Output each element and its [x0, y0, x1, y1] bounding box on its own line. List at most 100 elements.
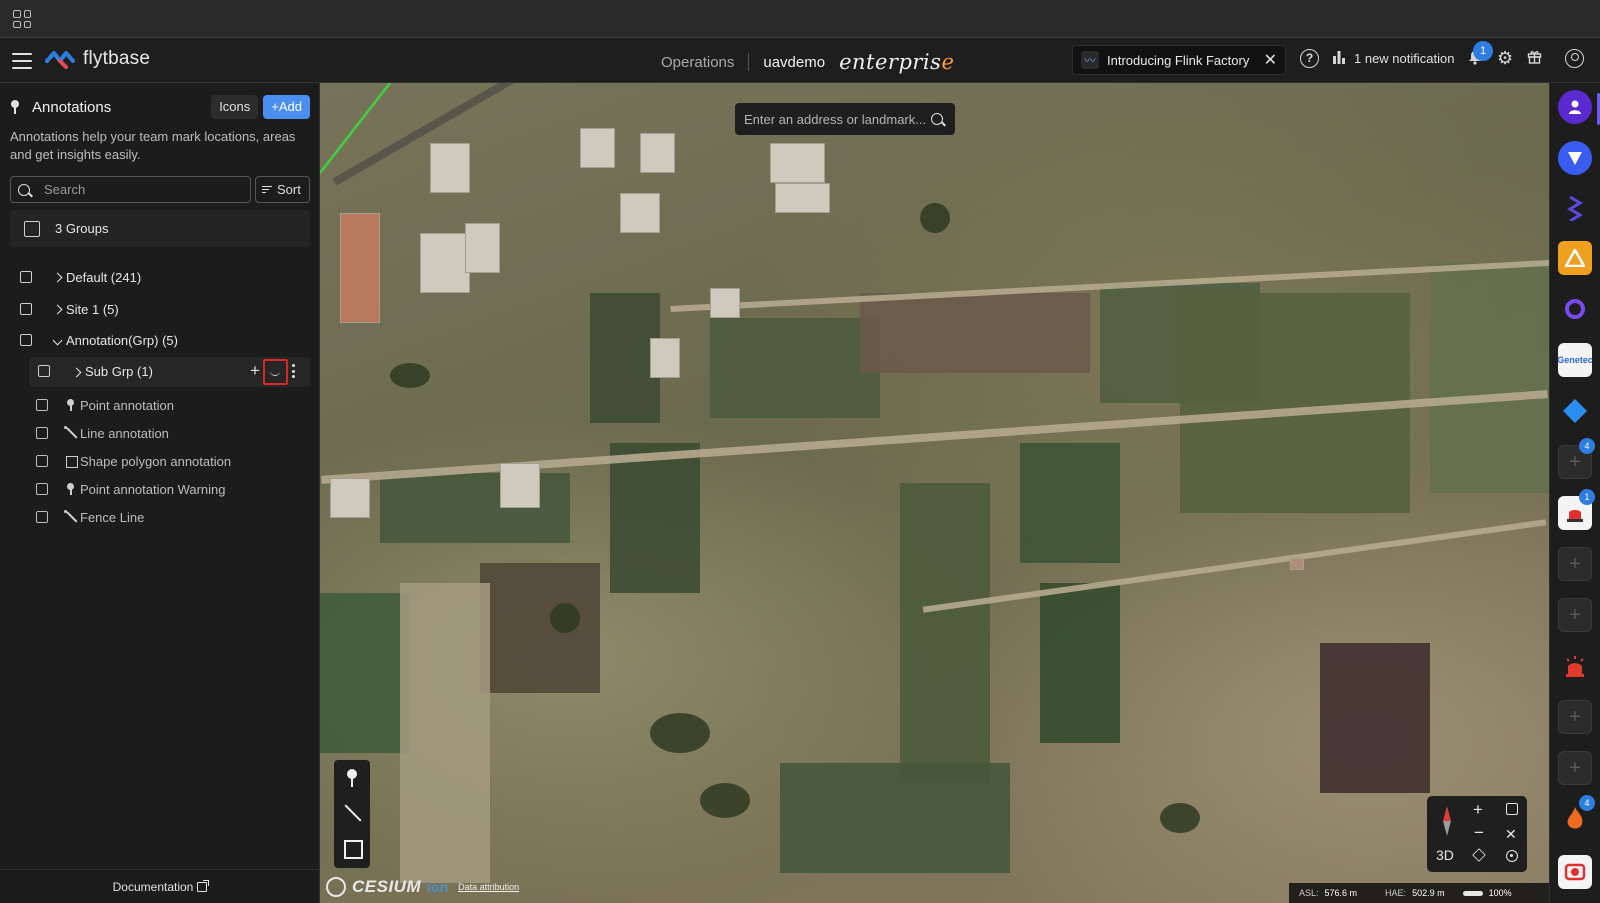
group-checkbox[interactable]: [20, 334, 32, 346]
map-tree: [1160, 803, 1200, 833]
menu-icon[interactable]: [12, 53, 32, 69]
map-viewport[interactable]: CESIUM ion Data attribution 3D + − ✕ ASL…: [320, 83, 1549, 903]
compass-icon[interactable]: [1439, 806, 1455, 836]
close-icon[interactable]: ✕: [1264, 50, 1277, 70]
group-checkbox[interactable]: [20, 303, 32, 315]
add-button[interactable]: +Add: [263, 95, 310, 119]
search-input[interactable]: [44, 182, 234, 197]
zoom-level: 100%: [1488, 888, 1512, 898]
subgroup-label[interactable]: Sub Grp (1): [85, 364, 153, 379]
layers-icon[interactable]: [1472, 848, 1486, 862]
notification-text[interactable]: 1 new notification: [1354, 51, 1454, 66]
zoom-out-button[interactable]: −: [1474, 823, 1484, 843]
documentation-link[interactable]: Documentation: [0, 869, 320, 903]
app-send-icon[interactable]: [1558, 141, 1592, 175]
app-diamond-icon[interactable]: [1558, 394, 1592, 428]
app-avatar-icon[interactable]: [1558, 90, 1592, 124]
map-tree: [650, 713, 710, 753]
visibility-toggle-icon[interactable]: [263, 359, 288, 385]
subgroup-row[interactable]: Sub Grp (1) +: [29, 357, 310, 387]
address-search-input[interactable]: [744, 111, 925, 127]
app-slot-add-icon[interactable]: [1558, 700, 1592, 734]
sort-button[interactable]: Sort: [255, 176, 310, 203]
app-ring-icon[interactable]: [1558, 292, 1592, 326]
item-label[interactable]: Point annotation: [80, 398, 174, 413]
nav-divider: [748, 53, 750, 71]
group-row[interactable]: Default (241): [20, 266, 141, 288]
logo-text: flytbase: [83, 48, 151, 69]
list-item[interactable]: Fence Line: [36, 507, 144, 527]
item-checkbox[interactable]: [36, 399, 48, 411]
promo-banner[interactable]: 〰 Introducing Flink Factory ✕: [1072, 45, 1286, 75]
more-options-icon[interactable]: [292, 364, 295, 378]
gear-icon[interactable]: ⚙: [1497, 48, 1513, 69]
gift-icon[interactable]: [1527, 49, 1542, 69]
apps-grid-icon[interactable]: [13, 10, 31, 28]
draw-line-icon[interactable]: [340, 801, 364, 825]
documentation-label[interactable]: Documentation: [113, 880, 194, 894]
map-field: [1430, 263, 1549, 493]
pin-icon: [64, 482, 78, 496]
cube-icon[interactable]: [1506, 803, 1518, 815]
group-label[interactable]: Default (241): [66, 270, 141, 285]
app-alarm-icon[interactable]: [1558, 649, 1592, 683]
promo-text[interactable]: Introducing Flink Factory: [1107, 53, 1256, 68]
app-slot-add-icon[interactable]: [1558, 751, 1592, 785]
subgroup-label-wrap[interactable]: Sub Grp (1): [69, 364, 153, 379]
user-avatar-icon[interactable]: [1565, 49, 1584, 68]
expand-icon[interactable]: ✕: [1505, 826, 1517, 843]
item-checkbox[interactable]: [36, 511, 48, 523]
map-field: [860, 293, 1090, 373]
list-item[interactable]: Point annotation Warning: [36, 479, 226, 499]
list-item[interactable]: Line annotation: [36, 423, 169, 443]
org-name[interactable]: uavdemo: [763, 54, 825, 71]
draw-polygon-icon[interactable]: [340, 836, 364, 860]
search-box[interactable]: [10, 176, 251, 203]
stats-icon[interactable]: [1332, 50, 1346, 67]
map-search-box[interactable]: [735, 103, 955, 135]
help-icon[interactable]: ?: [1300, 49, 1319, 68]
map-building: [420, 233, 470, 293]
chevron-right-icon[interactable]: [50, 302, 64, 316]
item-checkbox[interactable]: [36, 427, 48, 439]
group-label[interactable]: Annotation(Grp) (5): [66, 333, 178, 348]
sidebar-description: Annotations help your team mark location…: [10, 129, 296, 162]
map-building: [640, 133, 675, 173]
view-mode-toggle[interactable]: 3D: [1436, 847, 1454, 863]
item-label[interactable]: Point annotation Warning: [80, 482, 226, 497]
item-checkbox[interactable]: [36, 455, 48, 467]
list-item[interactable]: Point annotation: [36, 395, 174, 415]
app-warning-icon[interactable]: [1558, 241, 1592, 275]
app-slot-add-icon[interactable]: [1558, 598, 1592, 632]
map-controls: 3D + − ✕: [1427, 796, 1527, 872]
select-all-checkbox[interactable]: [24, 220, 40, 237]
subgroup-checkbox[interactable]: [38, 365, 50, 377]
add-icon[interactable]: +: [250, 361, 260, 381]
item-label[interactable]: Line annotation: [80, 426, 169, 441]
flytbase-logo[interactable]: flytbase: [45, 48, 150, 70]
item-checkbox[interactable]: [36, 483, 48, 495]
draw-point-icon[interactable]: [340, 766, 364, 790]
search-icon[interactable]: [931, 113, 943, 125]
icons-button[interactable]: Icons: [211, 95, 259, 119]
data-attribution-link[interactable]: Data attribution: [458, 882, 519, 892]
map-building: [775, 183, 830, 213]
app-helix-icon[interactable]: [1558, 191, 1592, 225]
chevron-right-icon[interactable]: [50, 270, 64, 284]
zoom-in-button[interactable]: +: [1473, 800, 1483, 820]
cesium-credit: CESIUM ion Data attribution: [326, 877, 519, 897]
chevron-right-icon[interactable]: [69, 365, 83, 379]
nav-operations[interactable]: Operations: [661, 54, 734, 71]
app-slot-add-icon[interactable]: [1558, 547, 1592, 581]
locate-icon[interactable]: [1506, 850, 1518, 862]
list-item[interactable]: Shape polygon annotation: [36, 451, 231, 471]
chevron-down-icon[interactable]: [50, 333, 64, 347]
group-checkbox[interactable]: [20, 271, 32, 283]
app-genetec-icon[interactable]: Genetec: [1557, 343, 1593, 377]
app-camera-icon[interactable]: [1558, 855, 1592, 889]
item-label[interactable]: Fence Line: [80, 510, 144, 525]
item-label[interactable]: Shape polygon annotation: [80, 454, 231, 469]
group-label[interactable]: Site 1 (5): [66, 302, 119, 317]
group-row[interactable]: Site 1 (5): [20, 298, 119, 320]
group-row[interactable]: Annotation(Grp) (5): [20, 329, 178, 351]
